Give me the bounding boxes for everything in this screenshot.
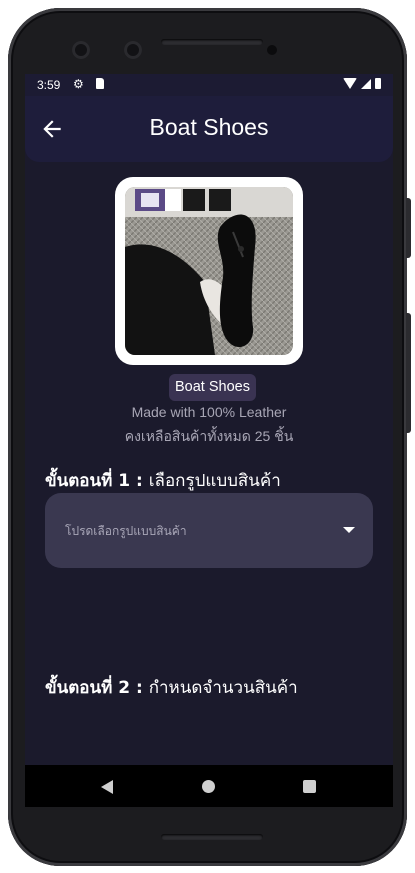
gear-icon: ⚙ (73, 77, 84, 91)
battery-icon (375, 78, 381, 89)
product-description: Made with 100% Leather (131, 404, 287, 420)
product-name-badge: Boat Shoes (169, 374, 256, 401)
power-button (406, 198, 411, 258)
product-image (125, 187, 293, 355)
variant-dropdown[interactable]: โปรดเลือกรูปแบบสินค้า (45, 493, 373, 568)
front-camera-icon (124, 41, 142, 59)
step1-label: ขั้นตอนที่ 1 : (45, 471, 143, 491)
nav-back-icon[interactable] (101, 780, 113, 794)
system-nav-bar (25, 765, 393, 807)
step1-heading: ขั้นตอนที่ 1 : เลือกรูปแบบสินค้า (45, 467, 281, 494)
wifi-icon (343, 78, 357, 89)
bottom-speaker (161, 834, 263, 840)
step2-text: กำหนดจำนวนสินค้า (148, 678, 298, 698)
sd-card-icon (96, 78, 104, 89)
page-title: Boat Shoes (149, 114, 269, 140)
nav-recents-icon[interactable] (303, 780, 316, 793)
step2-heading: ขั้นตอนที่ 2 : กำหนดจำนวนสินค้า (45, 674, 298, 701)
top-speaker (161, 39, 263, 45)
dropdown-placeholder: โปรดเลือกรูปแบบสินค้า (65, 524, 187, 538)
status-time: 3:59 (37, 78, 61, 92)
status-bar: 3:59 ⚙ (25, 74, 393, 96)
product-stock: คงเหลือสินค้าทั้งหมด 25 ชิ้น (124, 428, 294, 444)
proximity-sensor (267, 45, 277, 55)
nav-home-icon[interactable] (202, 780, 215, 793)
front-camera-icon (72, 41, 90, 59)
step2-label: ขั้นตอนที่ 2 : (45, 678, 143, 698)
volume-button (406, 313, 411, 433)
step1-text: เลือกรูปแบบสินค้า (148, 471, 281, 491)
app-bar: Boat Shoes (25, 96, 393, 162)
product-image-frame (115, 177, 303, 365)
app-screen: 3:59 ⚙ Boat Shoes Boat Shoes Made with 1… (25, 74, 393, 807)
signal-icon (361, 78, 371, 89)
chevron-down-icon (343, 527, 355, 533)
